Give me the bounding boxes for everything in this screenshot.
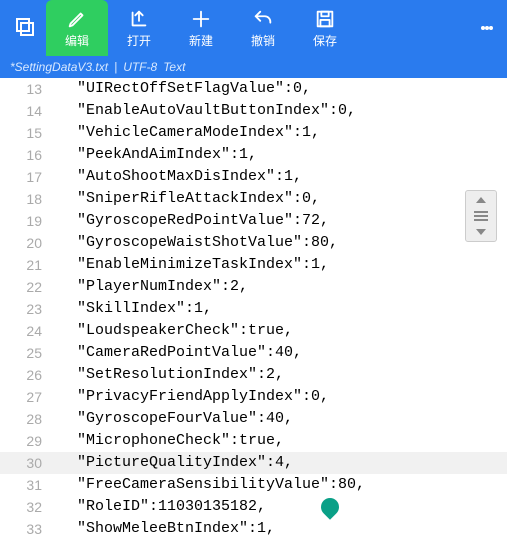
chevron-up-icon bbox=[476, 197, 486, 203]
new-label: 新建 bbox=[189, 32, 213, 49]
code-text: "LoudspeakerCheck":true, bbox=[50, 320, 293, 342]
code-line[interactable]: 30 "PictureQualityIndex":4, bbox=[0, 452, 507, 474]
save-label: 保存 bbox=[313, 32, 337, 49]
code-text: "GyroscopeWaistShotValue":80, bbox=[50, 232, 338, 254]
gutter-number: 28 bbox=[0, 408, 50, 430]
code-text: "MicrophoneCheck":true, bbox=[50, 430, 284, 452]
code-line[interactable]: 29 "MicrophoneCheck":true, bbox=[0, 430, 507, 452]
code-text: "VehicleCameraModeIndex":1, bbox=[50, 122, 320, 144]
plus-icon bbox=[190, 8, 212, 30]
code-text: "RoleID":11030135182, bbox=[50, 496, 266, 518]
gutter-number: 26 bbox=[0, 364, 50, 386]
code-text: "PeekAndAimIndex":1, bbox=[50, 144, 257, 166]
code-text: "PictureQualityIndex":4, bbox=[50, 452, 293, 474]
code-text: "CameraRedPointValue":40, bbox=[50, 342, 302, 364]
open-button[interactable]: 打开 bbox=[108, 0, 170, 56]
gutter-number: 13 bbox=[0, 78, 50, 100]
code-line[interactable]: 15 "VehicleCameraModeIndex":1, bbox=[0, 122, 507, 144]
code-line[interactable]: 19 "GyroscopeRedPointValue":72, bbox=[0, 210, 507, 232]
text-caret[interactable] bbox=[330, 474, 346, 496]
undo-icon bbox=[252, 8, 274, 30]
code-text: "SniperRifleAttackIndex":0, bbox=[50, 188, 320, 210]
code-line[interactable]: 28 "GyroscopeFourValue":40, bbox=[0, 408, 507, 430]
code-text: "EnableMinimizeTaskIndex":1, bbox=[50, 254, 329, 276]
code-line[interactable]: 24 "LoudspeakerCheck":true, bbox=[0, 320, 507, 342]
gutter-number: 16 bbox=[0, 144, 50, 166]
code-text: "GyroscopeFourValue":40, bbox=[50, 408, 293, 430]
gutter-number: 30 bbox=[0, 452, 50, 474]
gutter-number: 32 bbox=[0, 496, 50, 518]
code-line[interactable]: 31 "FreeCameraSensibilityValue":80, bbox=[0, 474, 507, 496]
undo-button[interactable]: 撤销 bbox=[232, 0, 294, 56]
code-line[interactable]: 21 "EnableMinimizeTaskIndex":1, bbox=[0, 254, 507, 276]
code-text: "AutoShootMaxDisIndex":1, bbox=[50, 166, 302, 188]
gutter-number: 21 bbox=[0, 254, 50, 276]
file-tab[interactable]: *SettingDataV3.txt | UTF-8 Text bbox=[0, 56, 507, 78]
code-text: "PlayerNumIndex":2, bbox=[50, 276, 248, 298]
code-line[interactable]: 25 "CameraRedPointValue":40, bbox=[0, 342, 507, 364]
code-line[interactable]: 13 "UIRectOffSetFlagValue":0, bbox=[0, 78, 507, 100]
code-text: "PrivacyFriendApplyIndex":0, bbox=[50, 386, 329, 408]
code-line[interactable]: 14 "EnableAutoVaultButtonIndex":0, bbox=[0, 100, 507, 122]
gutter-number: 19 bbox=[0, 210, 50, 232]
new-button[interactable]: 新建 bbox=[170, 0, 232, 56]
pencil-icon bbox=[66, 8, 88, 30]
filetype-label: Text bbox=[163, 60, 185, 74]
grip-icon bbox=[474, 209, 488, 223]
code-line[interactable]: 20 "GyroscopeWaistShotValue":80, bbox=[0, 232, 507, 254]
code-line[interactable]: 26 "SetResolutionIndex":2, bbox=[0, 364, 507, 386]
open-label: 打开 bbox=[127, 32, 151, 49]
undo-label: 撤销 bbox=[251, 32, 275, 49]
gutter-number: 27 bbox=[0, 386, 50, 408]
code-line[interactable]: 23 "SkillIndex":1, bbox=[0, 298, 507, 320]
code-text: "EnableAutoVaultButtonIndex":0, bbox=[50, 100, 356, 122]
gutter-number: 17 bbox=[0, 166, 50, 188]
more-menu-button[interactable] bbox=[473, 0, 501, 56]
encoding-label: UTF-8 bbox=[123, 60, 157, 74]
code-text: "ShowMeleeBtnIndex":1, bbox=[50, 518, 275, 536]
gutter-number: 15 bbox=[0, 122, 50, 144]
editor-viewport[interactable]: 13 "UIRectOffSetFlagValue":0,14 "EnableA… bbox=[0, 78, 507, 536]
recent-files-button[interactable] bbox=[6, 0, 46, 56]
gutter-number: 23 bbox=[0, 298, 50, 320]
edit-button[interactable]: 编辑 bbox=[46, 0, 108, 56]
code-line[interactable]: 33 "ShowMeleeBtnIndex":1, bbox=[0, 518, 507, 536]
toolbar: 编辑 打开 新建 撤销 保存 bbox=[0, 0, 507, 56]
code-text: "GyroscopeRedPointValue":72, bbox=[50, 210, 329, 232]
code-line[interactable]: 16 "PeekAndAimIndex":1, bbox=[0, 144, 507, 166]
gutter-number: 29 bbox=[0, 430, 50, 452]
export-icon bbox=[128, 8, 150, 30]
code-line[interactable]: 32 "RoleID":11030135182, bbox=[0, 496, 507, 518]
code-line[interactable]: 22 "PlayerNumIndex":2, bbox=[0, 276, 507, 298]
save-button[interactable]: 保存 bbox=[294, 0, 356, 56]
gutter-number: 22 bbox=[0, 276, 50, 298]
code-line[interactable]: 27 "PrivacyFriendApplyIndex":0, bbox=[0, 386, 507, 408]
stack-icon bbox=[14, 16, 38, 40]
gutter-number: 24 bbox=[0, 320, 50, 342]
gutter-number: 25 bbox=[0, 342, 50, 364]
code-text: "SetResolutionIndex":2, bbox=[50, 364, 284, 386]
gutter-number: 33 bbox=[0, 518, 50, 536]
code-text: "UIRectOffSetFlagValue":0, bbox=[50, 78, 311, 100]
gutter-number: 14 bbox=[0, 100, 50, 122]
fast-scroll-handle[interactable] bbox=[465, 190, 497, 242]
code-line[interactable]: 18 "SniperRifleAttackIndex":0, bbox=[0, 188, 507, 210]
filename-label: *SettingDataV3.txt bbox=[10, 60, 108, 74]
gutter-number: 20 bbox=[0, 232, 50, 254]
edit-label: 编辑 bbox=[65, 32, 89, 49]
code-line[interactable]: 17 "AutoShootMaxDisIndex":1, bbox=[0, 166, 507, 188]
code-text: "FreeCameraSensibilityValue":80, bbox=[50, 474, 365, 496]
gutter-number: 18 bbox=[0, 188, 50, 210]
code-text: "SkillIndex":1, bbox=[50, 298, 212, 320]
save-icon bbox=[314, 8, 336, 30]
gutter-number: 31 bbox=[0, 474, 50, 496]
chevron-down-icon bbox=[476, 229, 486, 235]
